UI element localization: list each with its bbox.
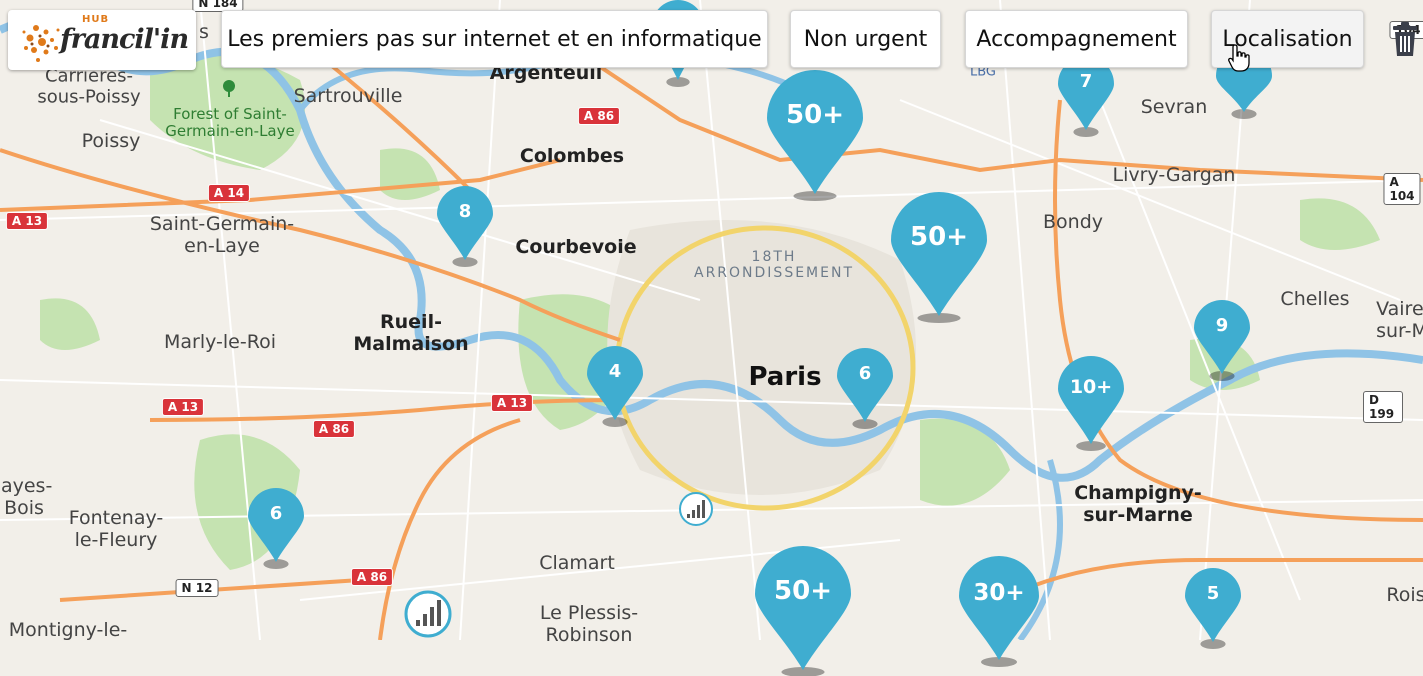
place-montigny: Montigny-le- bbox=[8, 619, 128, 642]
place-bondy: Bondy bbox=[1042, 211, 1104, 234]
map-pin-icon bbox=[1058, 356, 1124, 451]
cluster-count: 8 bbox=[458, 201, 472, 223]
cluster-count: 9 bbox=[1215, 315, 1229, 337]
place-sevran: Sevran bbox=[1140, 96, 1208, 119]
filter-location-button[interactable]: Localisation bbox=[1211, 10, 1364, 68]
road-a86-bottom: A 86 bbox=[350, 568, 394, 586]
map-pin-icon bbox=[437, 186, 493, 267]
road-a14: A 14 bbox=[207, 184, 251, 202]
place-courbevoie: Courbevoie bbox=[515, 236, 637, 259]
road-a86-mid: A 86 bbox=[312, 420, 356, 438]
cluster-marker[interactable]: 10+ bbox=[1058, 356, 1124, 451]
place-18th-arrondissement: 18TH ARRONDISSEMENT bbox=[693, 248, 855, 281]
cluster-count: 5 bbox=[1206, 583, 1220, 605]
cluster-marker[interactable]: 4 bbox=[587, 346, 643, 427]
cluster-marker[interactable]: 50+ bbox=[891, 192, 987, 323]
place-colombes: Colombes bbox=[519, 145, 625, 168]
cluster-count: 7 bbox=[1079, 71, 1093, 93]
filter-urgency-button[interactable]: Non urgent bbox=[790, 10, 941, 68]
place-roissy: Rois bbox=[1386, 584, 1423, 607]
signal-bars-icon bbox=[678, 492, 714, 526]
cluster-marker[interactable] bbox=[672, 488, 720, 550]
cluster-marker[interactable]: 50+ bbox=[755, 546, 851, 676]
logo-name-text: francil'in bbox=[60, 24, 189, 55]
map-pin-icon bbox=[1185, 568, 1241, 649]
place-sartrouville: Sartrouville bbox=[293, 85, 403, 108]
place-rueil: Rueil- Malmaison bbox=[353, 311, 469, 355]
place-chelles: Chelles bbox=[1280, 288, 1350, 311]
place-paris: Paris bbox=[748, 362, 822, 393]
place-saint-germain: Saint-Germain- en-Laye bbox=[149, 213, 295, 257]
place-marly: Marly-le-Roi bbox=[164, 331, 276, 354]
cluster-count: 50+ bbox=[910, 221, 968, 252]
map-pin-icon bbox=[837, 348, 893, 429]
place-champigny: Champigny- sur-Marne bbox=[1074, 482, 1202, 526]
trash-icon[interactable] bbox=[1391, 22, 1419, 58]
cluster-count: 10+ bbox=[1069, 375, 1113, 398]
place-clayes: layes- Bois bbox=[0, 475, 53, 519]
road-a13-mid: A 13 bbox=[161, 398, 205, 416]
road-a13-left: A 13 bbox=[5, 212, 49, 230]
filter-bar: HUB francil'in Les premiers pas sur inte… bbox=[8, 8, 1423, 72]
tree-icon bbox=[221, 80, 237, 102]
place-fontenay: Fontenay- le-Fleury bbox=[68, 507, 164, 551]
cluster-count: 6 bbox=[858, 363, 872, 385]
cluster-marker[interactable]: 8 bbox=[437, 186, 493, 267]
cluster-marker[interactable]: 50+ bbox=[767, 70, 863, 201]
cluster-marker[interactable]: 6 bbox=[248, 488, 304, 569]
logo[interactable]: HUB francil'in bbox=[8, 10, 196, 70]
signal-bars-icon[interactable] bbox=[404, 590, 452, 644]
cluster-count: 6 bbox=[269, 503, 283, 525]
cluster-count: 50+ bbox=[774, 575, 832, 606]
place-plessis: Le Plessis- Robinson bbox=[539, 602, 639, 646]
road-a13-center: A 13 bbox=[490, 394, 534, 412]
place-poissy: Poissy bbox=[81, 130, 141, 153]
road-d199: D 199 bbox=[1363, 391, 1403, 423]
place-vaires: Vaire sur-M bbox=[1376, 298, 1423, 342]
place-clamart: Clamart bbox=[539, 552, 615, 575]
map-pin-icon bbox=[755, 546, 851, 676]
road-a104: A 104 bbox=[1383, 173, 1421, 205]
cluster-marker[interactable]: 9 bbox=[1194, 300, 1250, 381]
place-carrieres: Carrieres- sous-Poissy bbox=[37, 65, 141, 107]
map-pin-icon bbox=[891, 192, 987, 323]
cluster-count: 30+ bbox=[973, 579, 1025, 606]
filter-type-button[interactable]: Accompagnement bbox=[965, 10, 1188, 68]
road-n12: N 12 bbox=[175, 579, 219, 597]
cluster-count: 50+ bbox=[786, 99, 844, 130]
map-pin-icon bbox=[587, 346, 643, 427]
place-livry-gargan: Livry-Gargan bbox=[1112, 164, 1236, 187]
map-pin-icon bbox=[1194, 300, 1250, 381]
cluster-marker[interactable]: 30+ bbox=[959, 556, 1039, 667]
logo-mark-icon bbox=[22, 25, 60, 62]
map-pin-icon bbox=[248, 488, 304, 569]
filter-theme-button[interactable]: Les premiers pas sur internet et en info… bbox=[221, 10, 768, 68]
map-pin-icon bbox=[959, 556, 1039, 667]
map-pin-icon bbox=[767, 70, 863, 201]
road-a86-top: A 86 bbox=[577, 107, 621, 125]
cluster-count: 4 bbox=[608, 361, 622, 383]
cluster-marker[interactable]: 5 bbox=[1185, 568, 1241, 649]
cluster-marker[interactable]: 6 bbox=[837, 348, 893, 429]
place-forest: Forest of Saint- Germain-en-Laye bbox=[165, 104, 295, 140]
